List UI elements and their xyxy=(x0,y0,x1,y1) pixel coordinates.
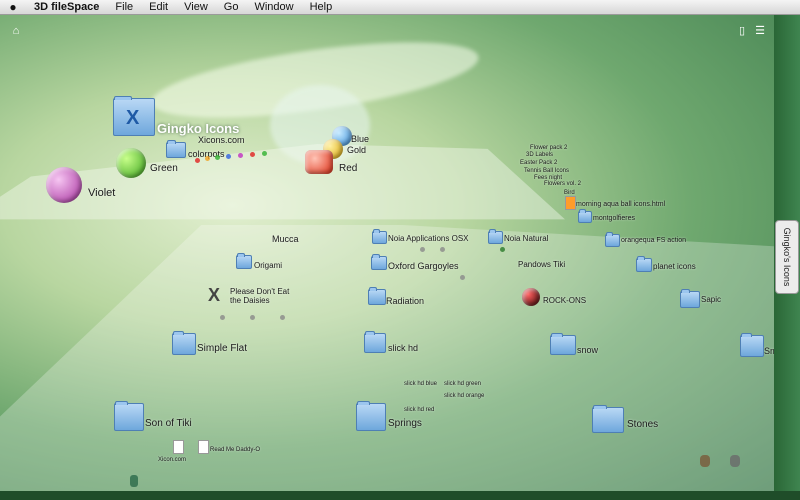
side-tab-label: Gingko's Icons xyxy=(782,227,792,287)
folder-icon-springs[interactable] xyxy=(356,401,386,431)
x-logo-icon: X xyxy=(126,107,140,129)
html-file-icon[interactable] xyxy=(565,196,576,210)
small-label-flowers-vol-2[interactable]: Flowers vol. 2 xyxy=(544,181,581,187)
menu-view[interactable]: View xyxy=(176,1,216,13)
folder-label-slick-hd[interactable]: slick hd xyxy=(388,343,418,353)
small-icon[interactable] xyxy=(250,152,255,157)
folder-icon-planet-icons[interactable] xyxy=(636,256,652,272)
file-icon-xicon[interactable] xyxy=(173,440,184,454)
small-label-flower-pack-2[interactable]: Flower pack 2 xyxy=(530,145,567,151)
folder-icon-origami[interactable] xyxy=(236,253,252,269)
rock-ons-icon[interactable] xyxy=(522,288,540,306)
folder-icon-slick-hd[interactable] xyxy=(364,331,386,353)
gold-label[interactable]: Gold xyxy=(347,145,366,155)
folder-label-noia-apps[interactable]: Noia Applications OSX xyxy=(388,234,469,243)
colorpots-folder-icon[interactable] xyxy=(166,140,186,158)
small-icon[interactable] xyxy=(420,247,425,252)
file-icon-readme[interactable] xyxy=(198,440,209,454)
folder-label-origami[interactable]: Origami xyxy=(254,261,282,270)
front-plane-subtitle: Xicons.com xyxy=(198,135,245,145)
folder-icon-sm[interactable] xyxy=(740,333,764,357)
small-icon[interactable] xyxy=(195,158,200,163)
folder-icon-simple-flat[interactable] xyxy=(172,331,196,355)
small-icon[interactable] xyxy=(238,153,243,158)
folder-label-son-of-tiki[interactable]: Son of Tiki xyxy=(145,418,192,429)
small-icon[interactable] xyxy=(250,315,255,320)
folder-icon-montgolfieres[interactable] xyxy=(578,209,592,223)
folder-label-simple-flat[interactable]: Simple Flat xyxy=(197,343,247,354)
menu-file[interactable]: File xyxy=(107,1,141,13)
menu-go[interactable]: Go xyxy=(216,1,247,13)
small-icon[interactable] xyxy=(460,275,465,280)
app-menu[interactable]: 3D fileSpace xyxy=(26,1,107,13)
small-icon[interactable] xyxy=(440,247,445,252)
file-label-xicon[interactable]: Xicon.com xyxy=(158,457,186,463)
folder-label-planet-icons[interactable]: planet icons xyxy=(653,262,696,271)
folder-label-sm[interactable]: Sm xyxy=(764,346,774,356)
front-plane xyxy=(0,144,566,220)
green-orb-icon[interactable] xyxy=(116,148,146,178)
small-icon[interactable] xyxy=(130,475,138,487)
file-label-slick-red[interactable]: slick hd red xyxy=(404,407,434,413)
folder-label-orangequa[interactable]: orangequa FS action xyxy=(621,237,686,244)
blue-label[interactable]: Blue xyxy=(351,134,369,144)
folder-icon-snow[interactable] xyxy=(550,333,576,355)
apple-menu-icon[interactable]: ● xyxy=(0,0,26,14)
folder-label-stones[interactable]: Stones xyxy=(627,419,658,430)
folder-icon-noia-natural[interactable] xyxy=(488,229,503,244)
menu-help[interactable]: Help xyxy=(302,1,341,13)
folder-label-montgolfieres[interactable]: montgolfieres xyxy=(593,215,635,222)
red-orb-icon[interactable] xyxy=(305,150,333,174)
folder-label-pandows-tiki[interactable]: Pandows Tiki xyxy=(518,260,565,269)
front-plane-title[interactable]: Gingko Icons xyxy=(157,121,239,136)
folder-icon-orangequa[interactable] xyxy=(605,232,620,247)
violet-label[interactable]: Violet xyxy=(88,187,115,199)
folder-label-oxford-gargoyles[interactable]: Oxford Gargoyles xyxy=(388,261,459,271)
small-icon[interactable] xyxy=(226,154,231,159)
file-label-readme[interactable]: Read Me Daddy-O xyxy=(210,447,260,453)
folder-icon-son-of-tiki[interactable] xyxy=(114,401,144,431)
folder-label-rock-ons[interactable]: ROCK-ONS xyxy=(543,296,586,305)
file-label-slick-green[interactable]: slick hd green xyxy=(444,381,481,387)
folder-icon-noia-apps[interactable] xyxy=(372,229,387,244)
folder-label-daisies[interactable]: Please Don't Eat the Daisies xyxy=(230,287,300,305)
small-icon[interactable] xyxy=(215,155,220,160)
small-label-easter-pack[interactable]: Easter Pack 2 xyxy=(520,160,557,166)
file-label-slick-blue[interactable]: slick hd blue xyxy=(404,381,437,387)
menu-window[interactable]: Window xyxy=(246,1,301,13)
red-label[interactable]: Red xyxy=(339,163,357,174)
settings-sliders-icon[interactable]: ☰ xyxy=(752,25,768,37)
folder-label-sapic[interactable]: Sapic xyxy=(701,295,721,304)
menu-edit[interactable]: Edit xyxy=(141,1,176,13)
folder-label-mucca[interactable]: Mucca xyxy=(272,234,299,244)
small-icon[interactable] xyxy=(220,315,225,320)
small-icon[interactable] xyxy=(262,151,267,156)
sidebar-toggle-icon[interactable]: ▯ xyxy=(734,25,750,37)
folder-label-radiation[interactable]: Radiation xyxy=(386,296,424,306)
small-label-tennis-ball[interactable]: Tennis Ball Icons xyxy=(524,168,569,174)
folder-icon-sapic[interactable] xyxy=(680,289,700,308)
menu-bar: ● 3D fileSpace File Edit View Go Window … xyxy=(0,0,800,15)
small-icon[interactable] xyxy=(205,156,210,161)
green-label[interactable]: Green xyxy=(150,163,178,174)
folder-icon-oxford-gargoyles[interactable] xyxy=(371,254,387,270)
small-label-3d-labels[interactable]: 3D Labels xyxy=(526,152,553,158)
filespace-3d-view[interactable]: ⌂ ▯ ☰ X Gingko Icons Xicons.com colorpot… xyxy=(0,15,774,491)
folder-label-springs[interactable]: Springs xyxy=(388,418,422,429)
folder-label-noia-natural[interactable]: Noia Natural xyxy=(504,234,548,243)
file-label-slick-orange[interactable]: slick hd orange xyxy=(444,393,484,399)
gingko-icons-side-tab[interactable]: Gingko's Icons xyxy=(775,220,799,294)
folder-label-snow[interactable]: snow xyxy=(577,345,598,355)
small-icon[interactable] xyxy=(700,455,710,467)
small-icon[interactable] xyxy=(280,315,285,320)
folder-icon-radiation[interactable] xyxy=(368,287,386,305)
folder-icon-stones[interactable] xyxy=(592,405,624,433)
dock-area xyxy=(0,491,800,500)
small-label-morning-aqua[interactable]: morning aqua ball icons.html xyxy=(576,201,665,208)
x-icon: X xyxy=(208,285,221,305)
violet-orb-icon[interactable] xyxy=(46,167,82,203)
small-icon[interactable] xyxy=(730,455,740,467)
home-icon[interactable]: ⌂ xyxy=(8,25,24,37)
small-icon[interactable] xyxy=(500,247,505,252)
